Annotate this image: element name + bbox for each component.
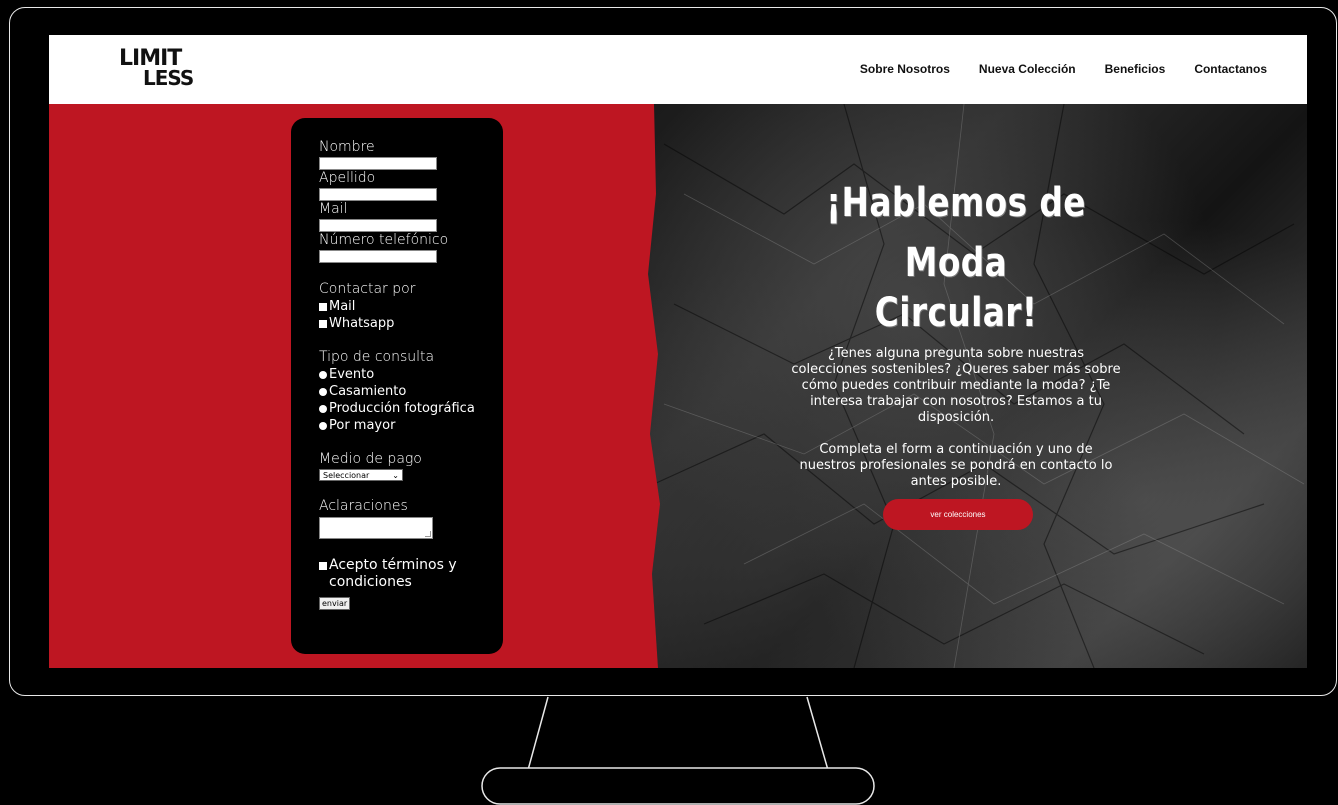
checkbox-whatsapp[interactable] (319, 319, 327, 328)
site-header: LIMIT LESS Sobre Nosotros Nueva Colecció… (49, 35, 1307, 104)
submit-button[interactable]: enviar (319, 597, 351, 610)
payment-select-value: Seleccionar (323, 470, 370, 480)
query-option-evento[interactable]: Evento (319, 366, 499, 383)
contact-option-label: Mail (329, 299, 356, 314)
query-option-por-mayor[interactable]: Por mayor (319, 417, 499, 434)
hero-title-line-2: Moda Circular! (874, 240, 1038, 336)
surname-input[interactable] (319, 188, 437, 201)
radio-casamiento[interactable] (319, 387, 327, 396)
checkbox-terms[interactable] (319, 562, 327, 570)
logo-line-2: LESS (143, 66, 194, 90)
query-option-label: Por mayor (329, 418, 396, 433)
terms-option[interactable]: Acepto términos y condiciones (319, 557, 499, 591)
name-input[interactable] (319, 157, 437, 170)
name-label: Nombre (319, 139, 375, 155)
chevron-down-icon: ⌄ (392, 470, 399, 480)
contact-option-mail[interactable]: Mail (319, 298, 499, 315)
contact-form: Nombre Apellido Mail Número telefónico C… (291, 118, 503, 654)
terms-label: Acepto términos y condiciones (329, 557, 457, 590)
notes-label: Aclaraciones (319, 498, 408, 514)
hero-paragraph-2: Completa el form a continuación y uno de… (799, 442, 1113, 489)
surname-label: Apellido (319, 170, 376, 186)
phone-input[interactable] (319, 250, 437, 263)
query-option-produccion[interactable]: Producción fotográfica (319, 400, 499, 417)
view-collections-button[interactable]: ver colecciones (883, 499, 1033, 530)
payment-select[interactable]: Seleccionar ⌄ (319, 469, 403, 481)
radio-produccion[interactable] (319, 404, 327, 413)
contact-option-whatsapp[interactable]: Whatsapp (319, 315, 499, 332)
nav-link-contactanos[interactable]: Contactanos (1194, 62, 1267, 76)
query-option-label: Casamiento (329, 384, 407, 399)
query-option-casamiento[interactable]: Casamiento (319, 383, 499, 400)
hero-paragraph-1: ¿Tenes alguna pregunta sobre nuestras co… (791, 346, 1121, 425)
query-option-label: Evento (329, 367, 375, 382)
main-nav: Sobre Nosotros Nueva Colección Beneficio… (860, 62, 1267, 76)
hero-content: ¡Hablemos de Moda Circular! ¿Tenes algun… (791, 178, 1121, 490)
mail-input[interactable] (319, 219, 437, 232)
contact-option-label: Whatsapp (329, 316, 395, 331)
query-type-label: Tipo de consulta (319, 349, 435, 365)
checkbox-mail[interactable] (319, 302, 327, 311)
phone-label: Número telefónico (319, 232, 449, 248)
notes-textarea[interactable] (319, 517, 433, 539)
nav-link-sobre-nosotros[interactable]: Sobre Nosotros (860, 62, 950, 76)
nav-link-beneficios[interactable]: Beneficios (1105, 62, 1166, 76)
query-option-label: Producción fotográfica (329, 401, 475, 416)
hero-title-line-1: ¡Hablemos de (826, 180, 1086, 226)
nav-link-nueva-coleccion[interactable]: Nueva Colección (979, 62, 1076, 76)
brand-logo[interactable]: LIMIT LESS (119, 48, 194, 90)
radio-evento[interactable] (319, 370, 327, 379)
payment-label: Medio de pago (319, 451, 422, 467)
contact-by-label: Contactar por (319, 281, 416, 297)
mail-label: Mail (319, 201, 348, 217)
radio-por-mayor[interactable] (319, 421, 327, 430)
